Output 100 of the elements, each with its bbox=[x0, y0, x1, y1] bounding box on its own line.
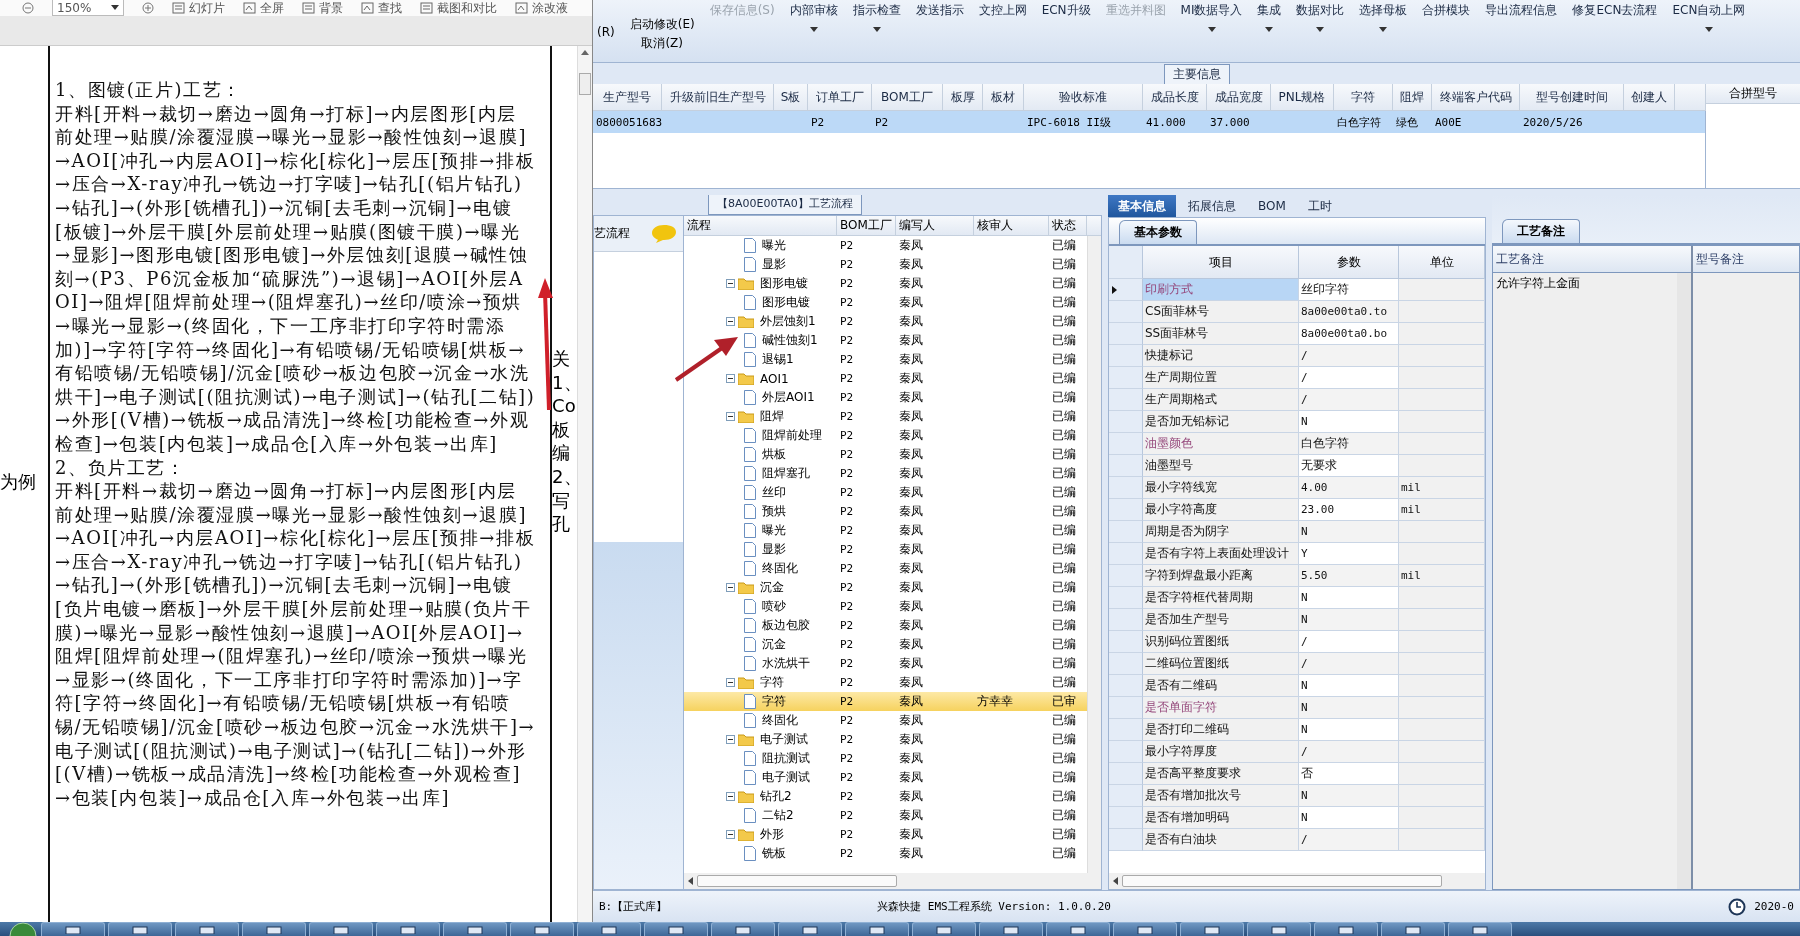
scroll-left-icon[interactable] bbox=[1113, 877, 1118, 885]
scrollbar-thumb[interactable] bbox=[1122, 875, 1442, 887]
scrollbar-track[interactable] bbox=[1087, 236, 1101, 873]
toolbar-button[interactable]: 查找 bbox=[378, 0, 402, 16]
tree-row[interactable]: 字符 P2 秦凤 已编 bbox=[684, 673, 1087, 692]
toolbar-button[interactable]: 背景 bbox=[319, 0, 343, 16]
property-value[interactable]: 无要求 bbox=[1299, 455, 1399, 477]
taskbar-button[interactable] bbox=[510, 922, 574, 936]
collapse-icon[interactable] bbox=[726, 374, 735, 383]
collapse-icon[interactable] bbox=[726, 583, 735, 592]
ribbon-button[interactable]: 数据对比 bbox=[1296, 2, 1345, 62]
ribbon-button[interactable]: 取消(Z) bbox=[641, 35, 683, 52]
tree-row[interactable]: 终固化 P2 秦凤 已编 bbox=[684, 559, 1087, 578]
property-value[interactable]: N bbox=[1299, 609, 1399, 631]
collapse-icon[interactable] bbox=[726, 735, 735, 744]
tree-row[interactable]: 阻抗测试 P2 秦凤 已编 bbox=[684, 749, 1087, 768]
tree-row[interactable]: 预烘 P2 秦凤 已编 bbox=[684, 502, 1087, 521]
ribbon-button[interactable]: 启动修改(E) bbox=[629, 16, 695, 33]
taskbar-button[interactable] bbox=[644, 922, 708, 936]
zoom-field[interactable]: 150% bbox=[52, 0, 124, 16]
scrollbar-thumb[interactable] bbox=[579, 73, 591, 95]
taskbar-button[interactable] bbox=[845, 922, 909, 936]
property-value[interactable]: 否 bbox=[1299, 763, 1399, 785]
tree-row[interactable]: 沉金 P2 秦凤 已编 bbox=[684, 578, 1087, 597]
taskbar-button[interactable] bbox=[1314, 922, 1378, 936]
tree-row[interactable]: 字符 P2 秦凤 方幸幸 已审 bbox=[684, 692, 1087, 711]
column-header[interactable]: 合拼型号 bbox=[1706, 84, 1800, 104]
taskbar-button[interactable] bbox=[912, 922, 976, 936]
property-value[interactable]: 5.50 bbox=[1299, 565, 1399, 587]
taskbar-button[interactable] bbox=[242, 922, 306, 936]
tree-row[interactable]: 喷砂 P2 秦凤 已编 bbox=[684, 597, 1087, 616]
taskbar-button[interactable] bbox=[1180, 922, 1244, 936]
tree-row[interactable]: 外层AOI1 P2 秦凤 已编 bbox=[684, 388, 1087, 407]
tree-row[interactable]: 显影 P2 秦凤 已编 bbox=[684, 540, 1087, 559]
taskbar-button[interactable] bbox=[1113, 922, 1177, 936]
property-value[interactable]: 8a00e00ta0.to bbox=[1299, 301, 1399, 323]
zoom-out-icon[interactable] bbox=[22, 2, 34, 14]
ribbon-button[interactable]: 修复ECN去流程 bbox=[1572, 2, 1658, 62]
ribbon-button[interactable]: ECN自动上网 bbox=[1672, 2, 1746, 62]
start-button-icon[interactable] bbox=[8, 922, 38, 936]
taskbar-button[interactable] bbox=[1247, 922, 1311, 936]
property-value[interactable]: 23.00 bbox=[1299, 499, 1399, 521]
tab[interactable]: 基本信息 bbox=[1108, 195, 1176, 217]
taskbar-button[interactable] bbox=[1046, 922, 1110, 936]
column-header[interactable]: 项目 bbox=[1143, 246, 1299, 279]
ribbon-button[interactable]: 合拼模块 bbox=[1422, 2, 1471, 62]
tree-row[interactable]: 显影 P2 秦凤 已编 bbox=[684, 255, 1087, 274]
taskbar-button[interactable] bbox=[175, 922, 239, 936]
collapse-icon[interactable] bbox=[726, 792, 735, 801]
property-value[interactable]: N bbox=[1299, 719, 1399, 741]
tree-row[interactable]: 板边包胶 P2 秦凤 已编 bbox=[684, 616, 1087, 635]
row-header[interactable] bbox=[1109, 279, 1143, 301]
ribbon-button[interactable]: 选择母板 bbox=[1359, 2, 1408, 62]
column-header[interactable]: 流程 bbox=[684, 216, 837, 235]
ribbon-button[interactable]: 发送指示 bbox=[915, 2, 964, 62]
column-header[interactable]: BOM工厂 bbox=[837, 216, 896, 235]
taskbar-button[interactable] bbox=[443, 922, 507, 936]
tree-row[interactable]: 阻焊前处理 P2 秦凤 已编 bbox=[684, 426, 1087, 445]
tab[interactable]: 工时 bbox=[1297, 195, 1342, 217]
property-value[interactable]: / bbox=[1299, 631, 1399, 653]
property-value[interactable]: N bbox=[1299, 411, 1399, 433]
property-value[interactable]: 白色字符 bbox=[1299, 433, 1399, 455]
tree-row[interactable]: 水洗烘干 P2 秦凤 已编 bbox=[684, 654, 1087, 673]
column-header[interactable]: 单位 bbox=[1399, 246, 1485, 279]
zoom-in-icon[interactable] bbox=[142, 2, 154, 14]
property-value[interactable]: N bbox=[1299, 521, 1399, 543]
tab[interactable]: 拓展信息 bbox=[1178, 195, 1246, 217]
toolbar-button[interactable]: 涂改液 bbox=[532, 0, 568, 16]
scrollbar-thumb[interactable] bbox=[697, 875, 897, 887]
collapse-icon[interactable] bbox=[726, 317, 735, 326]
tree-row[interactable]: 电子测试 P2 秦凤 已编 bbox=[684, 730, 1087, 749]
property-value[interactable]: N bbox=[1299, 675, 1399, 697]
toolbar-button[interactable]: 幻灯片 bbox=[189, 0, 225, 16]
tree-row[interactable]: 图形电镀 P2 秦凤 已编 bbox=[684, 274, 1087, 293]
tree-row[interactable]: 外层蚀刻1 P2 秦凤 已编 bbox=[684, 312, 1087, 331]
taskbar-button[interactable] bbox=[1448, 922, 1512, 936]
ribbon-button[interactable]: 文控上网 bbox=[978, 2, 1027, 62]
ribbon-button[interactable]: 指示检查 bbox=[852, 2, 901, 62]
tree-row[interactable]: 二钻2 P2 秦凤 已编 bbox=[684, 806, 1087, 825]
taskbar-button[interactable] bbox=[1381, 922, 1445, 936]
taskbar-button[interactable] bbox=[577, 922, 641, 936]
property-value[interactable]: / bbox=[1299, 653, 1399, 675]
taskbar-button[interactable] bbox=[711, 922, 775, 936]
ribbon-button[interactable]: (R) bbox=[597, 25, 615, 39]
collapse-icon[interactable] bbox=[726, 678, 735, 687]
tree-row[interactable]: 曝光 P2 秦凤 已编 bbox=[684, 521, 1087, 540]
column-header[interactable]: 工艺备注 bbox=[1493, 246, 1691, 273]
collapse-icon[interactable] bbox=[726, 279, 735, 288]
taskbar-button[interactable] bbox=[778, 922, 842, 936]
collapse-icon[interactable] bbox=[726, 830, 735, 839]
tree-row[interactable]: 图形电镀 P2 秦凤 已编 bbox=[684, 293, 1087, 312]
tree-row[interactable]: 钻孔2 P2 秦凤 已编 bbox=[684, 787, 1087, 806]
tree-row[interactable]: 退锡1 P2 秦凤 已编 bbox=[684, 350, 1087, 369]
column-header[interactable]: 参数 bbox=[1299, 246, 1399, 279]
tree-row[interactable]: 电子测试 P2 秦凤 已编 bbox=[684, 768, 1087, 787]
property-value[interactable]: / bbox=[1299, 345, 1399, 367]
column-header[interactable]: 核审人 bbox=[974, 216, 1049, 235]
column-header[interactable]: 型号备注 bbox=[1693, 246, 1799, 273]
tree-row[interactable]: 阻焊塞孔 P2 秦凤 已编 bbox=[684, 464, 1087, 483]
tab[interactable]: 工艺备注 bbox=[1502, 219, 1580, 243]
